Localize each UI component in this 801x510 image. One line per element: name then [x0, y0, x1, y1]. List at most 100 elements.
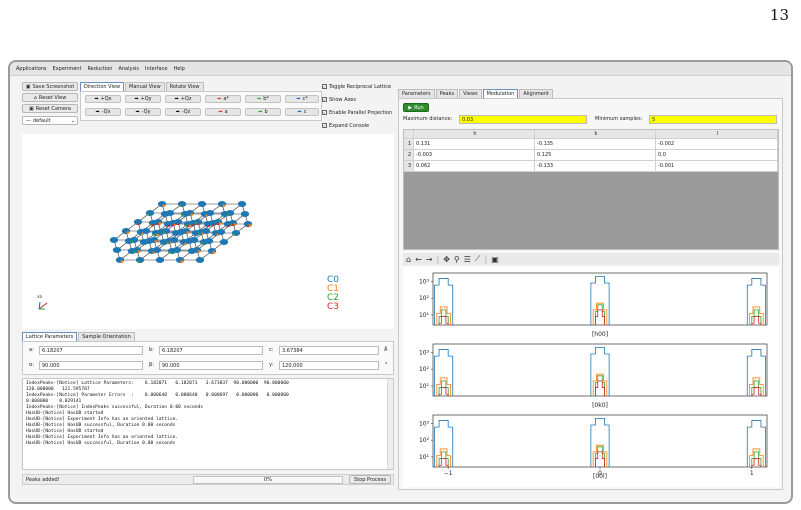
parallel-projection-checkbox[interactable]: ✓ Enable Parallel Projection — [322, 108, 402, 117]
preset-dropdown[interactable]: — default ⌄ — [22, 116, 78, 125]
y-tick-label: 10¹ — [419, 383, 430, 390]
peak-marker-c0 — [172, 247, 182, 253]
peak-marker-c3 — [206, 225, 210, 228]
menu-reduction[interactable]: Reduction — [87, 66, 112, 72]
peak-marker-c1 — [162, 204, 166, 207]
peak-marker-c2 — [181, 214, 185, 217]
edit-axis-icon[interactable]: ⟋ — [475, 254, 481, 264]
table-corner[interactable] — [404, 130, 414, 139]
minus-qy-button[interactable]: ➡ -Qy — [125, 108, 161, 116]
show-axes-checkbox[interactable]: ✓ Show Axes — [322, 95, 402, 104]
run-button[interactable]: ▶ Run — [403, 103, 429, 112]
expand-console-checkbox[interactable]: ✓ Expand Console — [322, 121, 402, 130]
histogram-panel-1: 10¹ 10² 10³ [h00] — [419, 272, 768, 338]
pan-icon[interactable]: ✥ — [443, 255, 450, 264]
tab-rotate-view[interactable]: Rotate View — [165, 82, 204, 91]
tab-manual-view[interactable]: Manual View — [125, 82, 165, 91]
min-samples-label: Minimum samples: — [595, 116, 643, 122]
tab-sample-orientation[interactable]: Sample Orientation — [78, 332, 135, 341]
a-button[interactable]: ➡ a — [205, 108, 241, 116]
histogram-step-c0 — [434, 420, 454, 467]
3d-viewport[interactable]: C0 C1 C2 C3 ab — [22, 134, 394, 329]
axes-frame — [432, 272, 768, 326]
plus-qy-button[interactable]: ➡ +Qy — [125, 95, 161, 103]
min-samples-input[interactable]: 5 — [649, 115, 777, 124]
length-unit: Å — [384, 347, 388, 353]
table-cell[interactable]: -0.001 — [656, 161, 778, 172]
reset-camera-button[interactable]: ▣ Reset Camera — [22, 104, 78, 113]
reset-view-button[interactable]: ⌂ Reset View — [22, 93, 78, 102]
max-distance-input[interactable]: 0.03 — [459, 115, 587, 124]
arrow-icon: ➡ — [175, 109, 180, 115]
table-cell[interactable]: -0.002 — [656, 139, 778, 150]
peak-marker-c3 — [231, 224, 235, 227]
table-cell[interactable]: -0.003 — [414, 150, 535, 161]
table-row-index[interactable]: 2 — [404, 150, 414, 161]
save-icon[interactable]: ▣ — [491, 255, 499, 264]
console-scrollbar[interactable] — [387, 379, 393, 469]
y-tick-label: 10³ — [419, 420, 430, 427]
a-star-button[interactable]: ➡ a* — [205, 95, 241, 103]
minus-qx-button[interactable]: ➡ -Qx — [85, 108, 121, 116]
b-star-button[interactable]: ➡ b* — [245, 95, 281, 103]
menu-applications[interactable]: Applications — [16, 66, 47, 72]
tab-alignment[interactable]: Alignment — [519, 89, 553, 98]
table-cell[interactable]: -0.135 — [535, 139, 656, 150]
menu-help[interactable]: Help — [173, 66, 184, 72]
page-number: 13 — [769, 6, 789, 24]
table-cell[interactable]: -0.133 — [535, 161, 656, 172]
c-star-button[interactable]: ➡ c* — [285, 95, 319, 103]
console-output[interactable]: IndexPeaks-[Notice] Lattice Parameters: … — [22, 378, 394, 470]
toggle-reciprocal-lattice-checkbox[interactable]: ✓ Toggle Reciprocal Lattice — [322, 82, 402, 91]
tab-parameters[interactable]: Parameters — [398, 89, 435, 98]
histogram-step-c3 — [751, 316, 762, 325]
table-header-l[interactable]: l — [656, 130, 778, 139]
peak-marker-c0 — [201, 228, 211, 234]
histogram-step-c3 — [595, 309, 605, 325]
table-cell[interactable]: 0.131 — [414, 139, 535, 150]
peak-marker-c3 — [216, 223, 220, 226]
beta-input[interactable]: 90.000 — [159, 361, 263, 370]
gamma-input[interactable]: 120.000 — [279, 361, 379, 370]
plus-qz-button[interactable]: ➡ +Qz — [165, 95, 201, 103]
table-header-k[interactable]: k — [535, 130, 656, 139]
table-header-h[interactable]: h — [414, 130, 535, 139]
back-icon[interactable]: ← — [415, 255, 422, 264]
table-cell[interactable]: 0.062 — [414, 161, 535, 172]
forward-icon[interactable]: → — [426, 255, 433, 264]
peak-marker-c1 — [126, 231, 130, 234]
tab-peaks[interactable]: Peaks — [435, 89, 459, 98]
histogram-figure: 10¹ 10² 10³ [h00] 10¹ 10² 10³ [0k0] 10¹ 10² 10³ [00… — [403, 267, 779, 487]
tab-views[interactable]: Views — [459, 89, 482, 98]
peak-marker-c0 — [169, 237, 179, 243]
menu-interface[interactable]: Interface — [145, 66, 167, 72]
minus-qz-button[interactable]: ➡ -Qz — [165, 108, 201, 116]
peak-marker-c1 — [222, 204, 226, 207]
arrow-icon: ➡ — [218, 109, 223, 115]
save-screenshot-button[interactable]: ▣ Save Screenshot — [22, 82, 78, 91]
histogram-step-c3 — [438, 387, 449, 396]
a-input[interactable]: 6.18207 — [39, 346, 143, 355]
alpha-input[interactable]: 90.000 — [39, 361, 143, 370]
histogram-step-c0 — [590, 417, 610, 467]
table-row-index[interactable]: 3 — [404, 161, 414, 172]
tab-modulation[interactable]: Modulation — [482, 89, 519, 98]
menu-analysis[interactable]: Analysis — [118, 66, 139, 72]
table-row-index[interactable]: 1 — [404, 139, 414, 150]
y-tick-label: 10¹ — [419, 312, 430, 319]
b-input[interactable]: 6.18207 — [159, 346, 263, 355]
menu-experiment[interactable]: Experiment — [53, 66, 82, 72]
tab-lattice-parameters[interactable]: Lattice Parameters — [22, 332, 78, 341]
stop-process-button[interactable]: Stop Process — [349, 475, 391, 484]
table-cell[interactable]: 0.0 — [656, 150, 778, 161]
configure-icon[interactable]: ☰ — [464, 255, 471, 264]
peak-marker-c0 — [141, 228, 151, 234]
tab-direction-view[interactable]: Direction View — [80, 82, 125, 91]
c-button[interactable]: ➡ c — [285, 108, 319, 116]
plus-qx-button[interactable]: ➡ +Qx — [85, 95, 121, 103]
home-icon[interactable]: ⌂ — [406, 255, 411, 264]
b-button[interactable]: ➡ b — [245, 108, 281, 116]
table-cell[interactable]: 0.125 — [535, 150, 656, 161]
zoom-icon[interactable]: ⚲ — [454, 255, 460, 264]
c-input[interactable]: 3.67384 — [279, 346, 379, 355]
